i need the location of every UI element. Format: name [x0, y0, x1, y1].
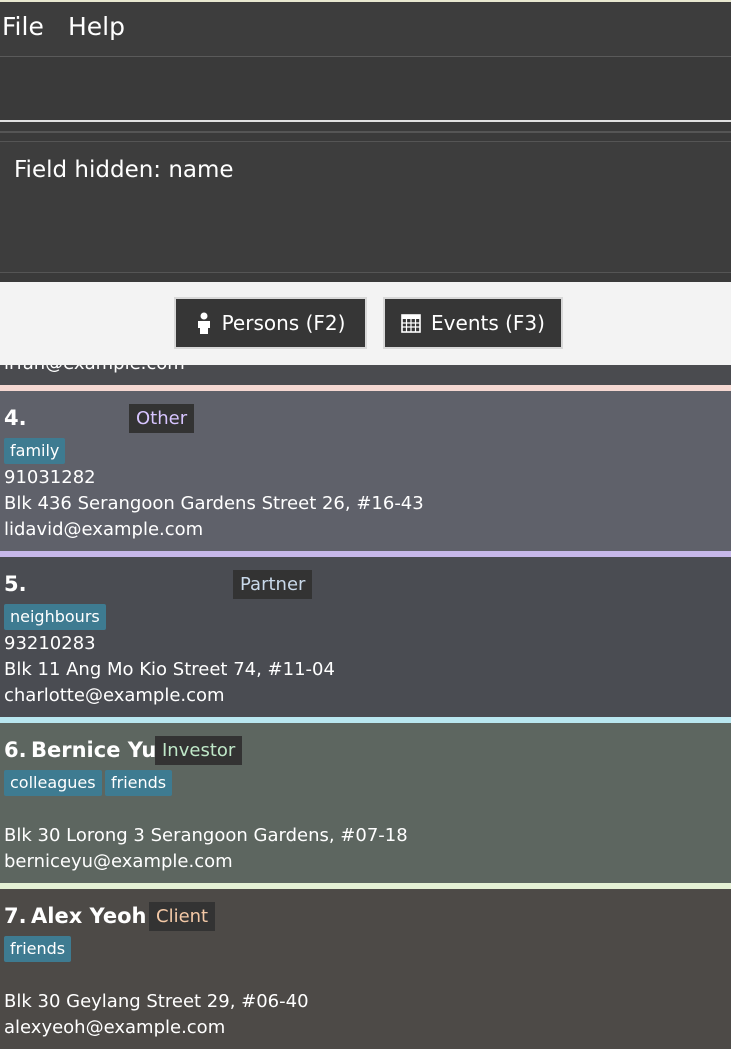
relationship-badge: Client	[149, 902, 216, 931]
person-index: 4.	[4, 406, 27, 430]
divider	[0, 273, 731, 282]
person-card[interactable]: irfan@example.com	[0, 365, 731, 385]
tag-label: friends	[105, 770, 173, 796]
person-card[interactable]: 4. Other family 91031282 Blk 436 Serango…	[0, 391, 731, 551]
tag-label: friends	[4, 936, 72, 962]
result-text: Field hidden: name	[14, 157, 234, 183]
calendar-icon	[401, 313, 421, 333]
divider	[0, 131, 731, 133]
tag-label: neighbours	[4, 604, 106, 630]
person-index: 7.	[4, 904, 27, 928]
relationship-badge: Investor	[155, 736, 243, 765]
phone-text: 91031282	[4, 467, 96, 488]
email-text: lidavid@example.com	[4, 519, 204, 540]
person-index: 6.	[4, 738, 27, 762]
person-card[interactable]: 5. Partner neighbours 93210283 Blk 11 An…	[0, 557, 731, 717]
relationship-badge: Other	[129, 404, 195, 433]
result-display: Field hidden: name	[0, 141, 731, 273]
person-name: Bernice Yu	[31, 738, 157, 762]
tag-label: colleagues	[4, 770, 102, 796]
person-index: 5.	[4, 572, 27, 596]
tag-label: family	[4, 438, 66, 464]
tab-bar: Persons (F2) Events (F3)	[0, 282, 731, 365]
tab-persons-label: Persons (F2)	[221, 311, 346, 335]
tab-events-label: Events (F3)	[431, 311, 545, 335]
person-icon	[196, 312, 212, 334]
person-card[interactable]: 7. Alex Yeoh Client friends Blk 30 Geyla…	[0, 889, 731, 1049]
email-text: irfan@example.com	[4, 365, 185, 374]
address-text: Blk 30 Geylang Street 29, #06-40	[4, 991, 309, 1012]
address-text: Blk 436 Serangoon Gardens Street 26, #16…	[4, 493, 424, 514]
menu-file[interactable]: File	[2, 12, 44, 41]
command-input[interactable]	[0, 56, 731, 122]
menu-bar: File Help	[0, 0, 731, 56]
person-list[interactable]: irfan@example.com 4. Other family 910312…	[0, 365, 731, 1049]
address-text: Blk 30 Lorong 3 Serangoon Gardens, #07-1…	[4, 825, 408, 846]
menu-help[interactable]: Help	[68, 12, 125, 41]
email-text: charlotte@example.com	[4, 685, 225, 706]
tab-persons[interactable]: Persons (F2)	[174, 297, 367, 349]
email-text: berniceyu@example.com	[4, 851, 233, 872]
person-card[interactable]: 6. Bernice Yu Investor colleagues friend…	[0, 723, 731, 883]
address-text: Blk 11 Ang Mo Kio Street 74, #11-04	[4, 659, 335, 680]
tab-events[interactable]: Events (F3)	[383, 297, 563, 349]
relationship-badge: Partner	[233, 570, 313, 599]
email-text: alexyeoh@example.com	[4, 1017, 226, 1038]
person-name: Alex Yeoh	[31, 904, 147, 928]
phone-text: 93210283	[4, 633, 96, 654]
